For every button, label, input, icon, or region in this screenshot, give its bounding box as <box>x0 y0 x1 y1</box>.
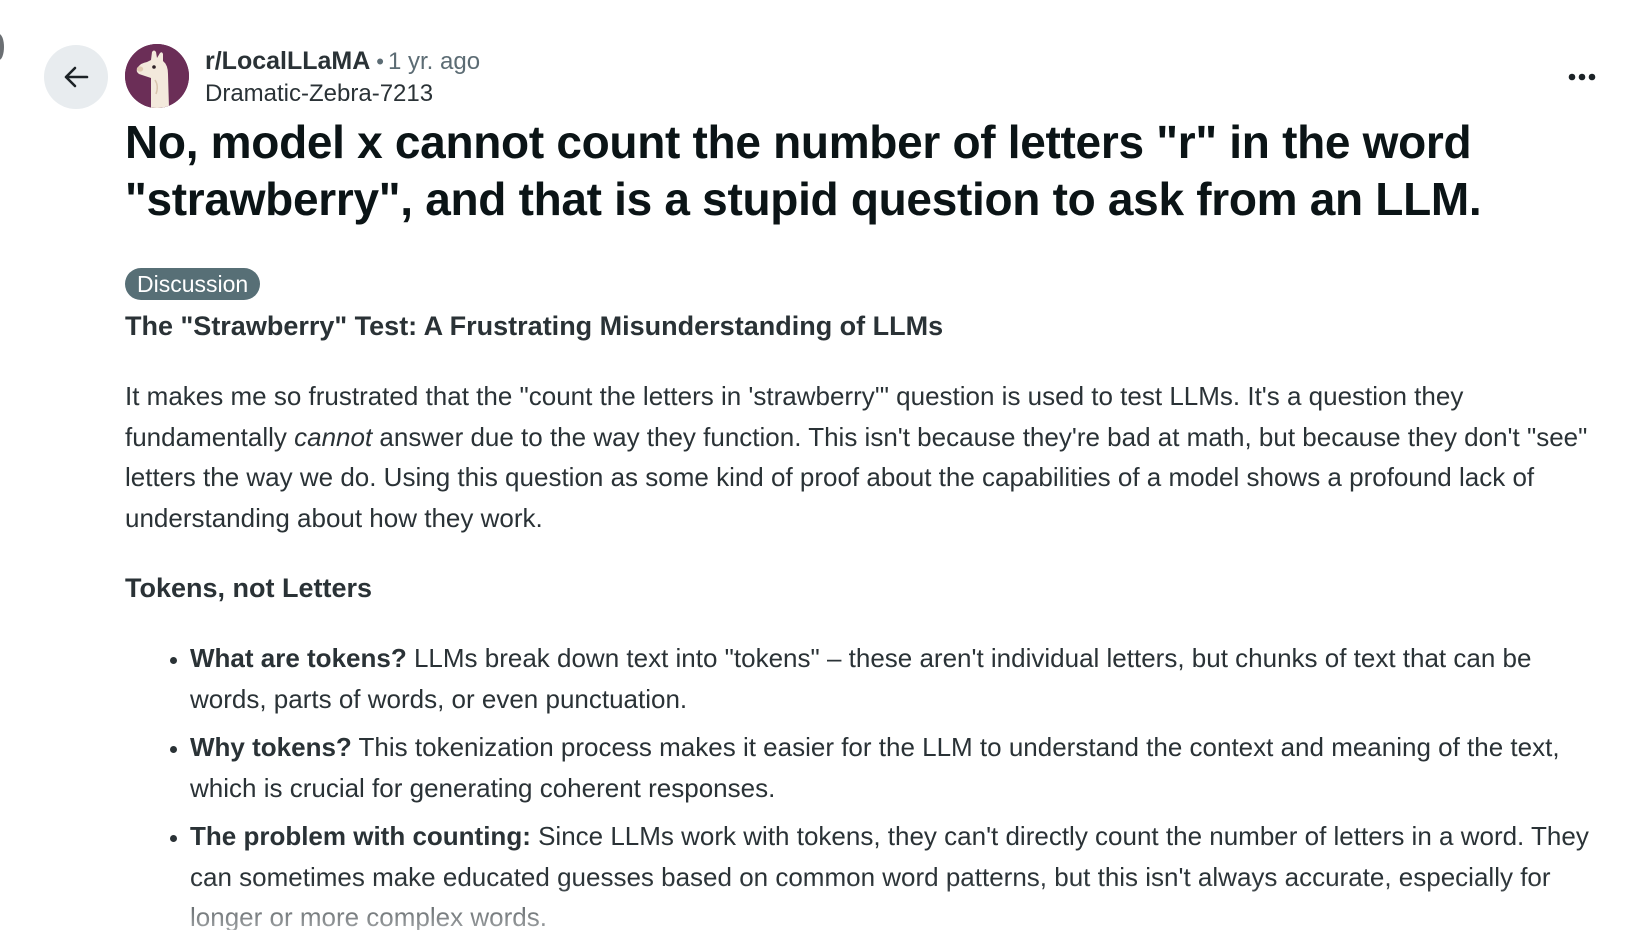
arrow-left-icon <box>64 66 89 88</box>
post-body: The "Strawberry" Test: A Frustrating Mis… <box>125 302 1605 930</box>
more-options-icon <box>1568 73 1596 81</box>
post-subheading: The "Strawberry" Test: A Frustrating Mis… <box>125 311 944 341</box>
section-heading: Tokens, not Letters <box>125 573 373 603</box>
bullet-term: What are tokens? <box>190 643 407 673</box>
list-item: What are tokens? LLMs break down text in… <box>190 638 1605 719</box>
post-title: No, model x cannot count the number of l… <box>125 116 1482 225</box>
bullet-text: This tokenization process makes it easie… <box>190 732 1560 803</box>
meta-separator: • <box>376 49 384 74</box>
flair-badge[interactable]: Discussion <box>125 268 261 300</box>
list-item: Why tokens? This tokenization process ma… <box>190 727 1605 808</box>
subreddit-link[interactable]: r/LocalLLaMA <box>205 47 370 75</box>
subreddit-avatar[interactable] <box>125 44 189 108</box>
bullet-term: The problem with counting: <box>190 821 531 851</box>
author-link[interactable]: Dramatic-Zebra-7213 <box>205 79 480 109</box>
post-time: 1 yr. ago <box>388 48 481 75</box>
bullet-term: Why tokens? <box>190 732 352 762</box>
intro-paragraph: It makes me so frustrated that the "coun… <box>125 376 1605 538</box>
post-meta: r/LocalLLaMA • 1 yr. ago Dramatic-Zebra-72… <box>205 44 480 109</box>
back-button[interactable] <box>44 45 108 109</box>
post-page: r/LocalLLaMA • 1 yr. ago Dramatic-Zebra-72… <box>0 0 1636 930</box>
list-item: The problem with counting: Since LLMs wo… <box>190 816 1605 930</box>
meta-line: r/LocalLLaMA • 1 yr. ago <box>205 44 480 79</box>
edge-fragment <box>0 34 4 60</box>
more-options-button[interactable] <box>1565 60 1599 94</box>
intro-emphasis: cannot <box>294 421 373 452</box>
llama-avatar <box>125 44 189 108</box>
bullet-list: What are tokens? LLMs break down text in… <box>125 638 1605 930</box>
